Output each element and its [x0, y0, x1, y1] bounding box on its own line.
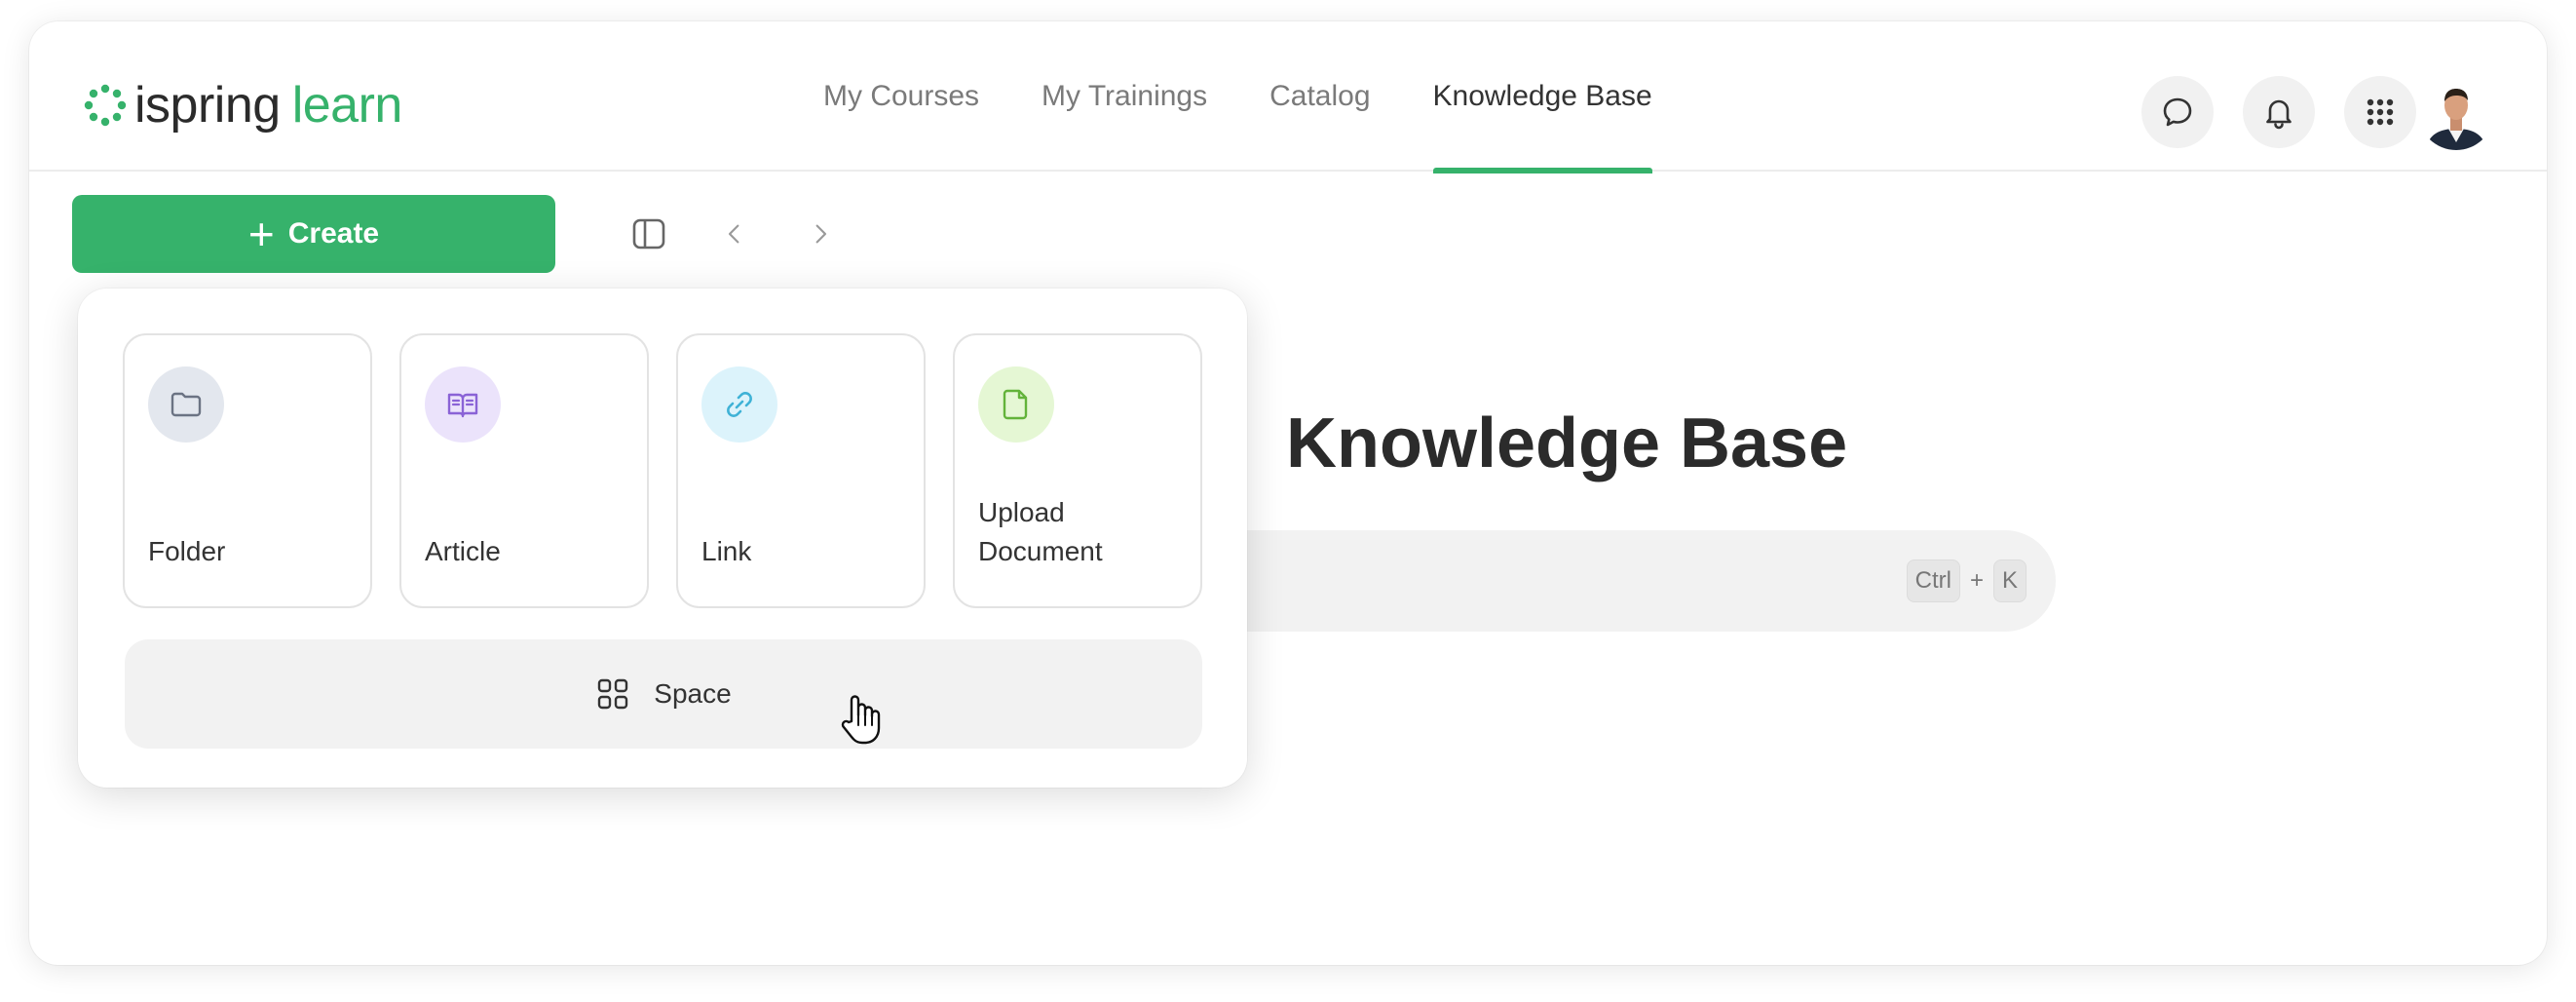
create-article-label: Article [425, 536, 501, 566]
create-button[interactable]: + Create [72, 195, 555, 273]
create-menu: Folder Article Link Upload Document Spac… [78, 289, 1247, 788]
apps-grid-icon [2367, 98, 2394, 126]
nav-my-courses[interactable]: My Courses [823, 21, 979, 172]
sidebar-toggle-button[interactable] [627, 212, 670, 255]
back-button[interactable] [713, 212, 756, 255]
space-grid-icon [598, 678, 628, 710]
search-bar[interactable]: Ctrl + K [1169, 530, 2056, 632]
ispring-logo-icon [84, 84, 127, 127]
kbd-k: K [1992, 559, 2027, 602]
upload-document-label: Upload Document [978, 497, 1103, 566]
link-icon [701, 366, 777, 443]
book-icon [425, 366, 501, 443]
upload-document-card[interactable]: Upload Document [953, 333, 1202, 608]
logo-text: ispring learn [134, 78, 402, 133]
create-space-label: Space [654, 678, 732, 709]
kbd-ctrl: Ctrl [1906, 559, 1960, 602]
user-avatar[interactable] [2418, 74, 2494, 150]
user-avatar-image [2418, 74, 2494, 150]
chat-icon [2163, 97, 2192, 127]
top-header: ispring learn My Courses My Trainings Cat… [29, 21, 2547, 173]
page-title: Knowledge Base [1286, 405, 1848, 482]
document-icon [978, 366, 1054, 443]
bell-icon [2266, 99, 2292, 130]
chevron-right-icon [815, 224, 827, 244]
create-space-button[interactable]: Space [125, 639, 1202, 749]
create-folder-label: Folder [148, 536, 226, 566]
create-link-card[interactable]: Link [676, 333, 926, 608]
logo-word-learn: learn [291, 77, 403, 134]
nav-knowledge-base[interactable]: Knowledge Base [1432, 21, 1652, 173]
create-article-card[interactable]: Article [399, 333, 649, 608]
app-window: ispring learn My Courses My Trainings Cat… [29, 21, 2547, 965]
nav-my-trainings[interactable]: My Trainings [1042, 21, 1207, 172]
messages-button[interactable] [2141, 76, 2214, 148]
create-button-label: Create [287, 217, 380, 250]
sidebar-toggle-icon [632, 218, 665, 250]
plus-icon: + [247, 209, 275, 259]
ispring-logo[interactable]: ispring learn [84, 78, 402, 133]
forward-button[interactable] [799, 212, 842, 255]
logo-word-ispring: ispring [134, 77, 281, 134]
create-link-label: Link [701, 536, 752, 566]
folder-icon [148, 366, 224, 443]
main-nav: My Courses My Trainings Catalog Knowledg… [823, 21, 1715, 173]
kbd-plus: + [1969, 567, 1984, 594]
apps-button[interactable] [2344, 76, 2416, 148]
create-folder-card[interactable]: Folder [123, 333, 372, 608]
notifications-button[interactable] [2243, 76, 2315, 148]
search-shortcut-hint: Ctrl + K [1906, 559, 2027, 602]
chevron-left-icon [728, 224, 739, 244]
nav-catalog[interactable]: Catalog [1269, 21, 1370, 172]
hand-cursor-icon [841, 695, 881, 745]
